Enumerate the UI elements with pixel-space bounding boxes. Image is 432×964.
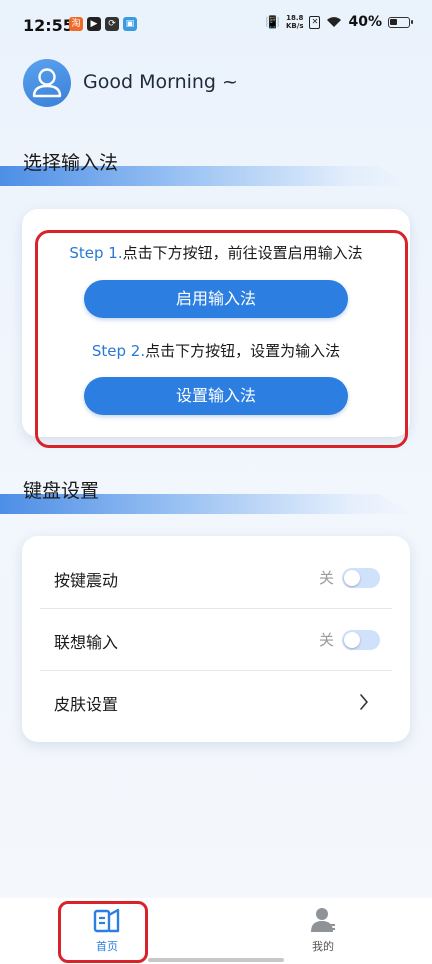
- section-title-text: 选择输入法: [23, 152, 119, 174]
- section-title-keyboard: 键盘设置: [0, 474, 432, 514]
- prediction-toggle[interactable]: [342, 630, 380, 650]
- vibration-toggle[interactable]: [342, 568, 380, 588]
- setting-label: 按键震动: [54, 571, 119, 590]
- chevron-right-icon: [360, 694, 368, 710]
- nav-label-mine: 我的: [312, 940, 334, 953]
- home-indicator[interactable]: [148, 958, 284, 962]
- toggle-knob: [344, 570, 360, 586]
- status-time: 12:55: [23, 16, 74, 35]
- avatar[interactable]: [23, 59, 71, 107]
- status-right: 📳 18.8 KB/s ✕ 40%: [265, 14, 413, 30]
- toggle-knob: [344, 632, 360, 648]
- vibrate-icon: 📳: [265, 15, 280, 29]
- wifi-icon: [327, 17, 342, 27]
- section-title-text: 键盘设置: [23, 480, 100, 502]
- nav-item-mine[interactable]: 我的: [278, 898, 368, 964]
- battery-fill: [390, 18, 397, 25]
- setting-row-vibration[interactable]: 按键震动 关: [40, 547, 392, 609]
- setting-label: 皮肤设置: [54, 695, 119, 714]
- section-title-input-method: 选择输入法: [0, 146, 432, 186]
- net-speed-unit: KB/s: [286, 22, 304, 30]
- setting-row-prediction[interactable]: 联想输入 关: [40, 609, 392, 671]
- notification-app-icon: 淘: [69, 17, 83, 31]
- keyboard-settings-card: 按键震动 关 联想输入 关 皮肤设置: [22, 536, 410, 742]
- highlight-box: [35, 230, 408, 448]
- setting-row-skin[interactable]: 皮肤设置: [40, 671, 392, 733]
- setting-label: 联想输入: [54, 633, 119, 652]
- battery-percent: 40%: [348, 14, 382, 30]
- net-speed-value: 18.8: [286, 14, 304, 22]
- profile-icon: [311, 908, 335, 932]
- setting-state: 关: [318, 569, 334, 587]
- sim-icon: ✕: [309, 15, 321, 29]
- net-speed: 18.8 KB/s: [286, 14, 303, 30]
- notification-link-icon: ⟳: [105, 17, 119, 31]
- setting-state: 关: [318, 631, 334, 649]
- greeting-text: Good Morning ~: [83, 71, 238, 93]
- highlight-box-nav: [58, 901, 148, 963]
- notification-play-icon: ▶: [87, 17, 101, 31]
- battery-icon: [388, 16, 413, 28]
- user-icon: [32, 68, 62, 98]
- notification-image-icon: ▣: [123, 17, 137, 31]
- status-bar: 12:55 淘 ▶ ⟳ ▣ 📳 18.8 KB/s ✕ 40%: [0, 0, 432, 52]
